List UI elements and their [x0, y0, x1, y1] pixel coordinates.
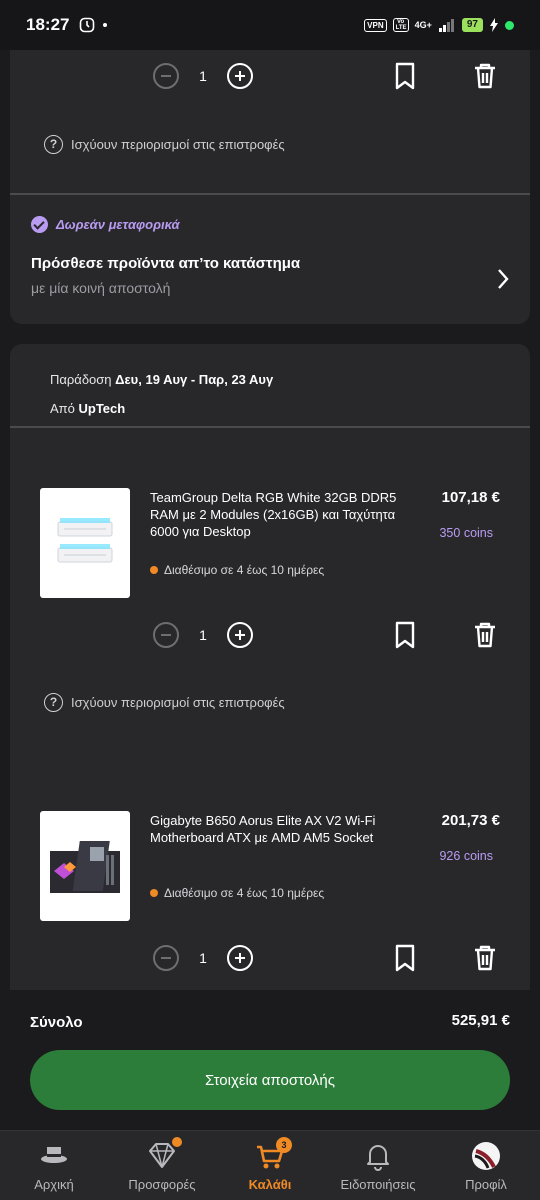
profile-avatar [472, 1142, 500, 1170]
notification-dot-icon [103, 23, 108, 27]
product-price: 107,18 € [441, 489, 500, 506]
availability-dot-icon [150, 566, 158, 574]
decrease-quantity-button[interactable] [153, 945, 179, 971]
shipping-details-button[interactable]: Στοιχεία αποστολής [30, 1050, 510, 1110]
volte-icon: Vo LTE [392, 18, 409, 32]
alarm-clock-icon [80, 17, 95, 33]
delivery-dates: Παράδοση Δευ, 19 Αυγ - Παρ, 23 Αυγ [50, 372, 274, 387]
decrease-quantity-button[interactable] [153, 622, 179, 648]
quantity-row: 1 [10, 614, 530, 654]
check-badge-icon [31, 216, 48, 233]
bookmark-icon[interactable] [392, 61, 418, 91]
quantity-row: 1 [10, 937, 530, 977]
seller-line: Από UpTech [50, 401, 126, 416]
free-shipping-label: Δωρεάν μεταφορικά [31, 216, 180, 233]
product-coins: 350 coins [439, 526, 493, 540]
bookmark-icon[interactable] [392, 620, 418, 650]
help-icon: ? [44, 692, 63, 712]
quantity-value: 1 [199, 68, 207, 84]
bookmark-icon[interactable] [392, 943, 418, 973]
nav-profile[interactable]: Προφίλ [432, 1131, 540, 1200]
nav-home[interactable]: Αρχική [0, 1131, 108, 1200]
increase-quantity-button[interactable] [227, 622, 253, 648]
cart-summary: Σύνολο 525,91 € Στοιχεία αποστολής [0, 990, 540, 1130]
returns-notice-text: Ισχύουν περιορισμοί στις επιστροφές [71, 136, 285, 152]
availability-dot-icon [150, 889, 158, 897]
help-icon: ? [44, 134, 63, 154]
trash-icon[interactable] [472, 61, 498, 91]
offers-badge [172, 1137, 182, 1147]
returns-notice[interactable]: ? Ισχύουν περιορισμοί στις επιστροφές [44, 691, 285, 713]
product-price: 201,73 € [441, 812, 500, 829]
quantity-row: 1 [10, 55, 530, 95]
bottom-navigation: Αρχική Προσφορές 3 Καλάθι Ειδοποιήσεις Π… [0, 1130, 540, 1200]
home-hat-icon [41, 1147, 67, 1163]
returns-notice-text: Ισχύουν περιορισμοί στις επιστροφές [71, 694, 285, 710]
product-image-motherboard[interactable] [40, 811, 130, 921]
availability: Διαθέσιμο σε 4 έως 10 ημέρες [150, 886, 324, 900]
increase-quantity-button[interactable] [227, 63, 253, 89]
cart-card-top: 1 ? Ισχύουν περιορισμοί στις επιστροφές … [10, 50, 530, 324]
nav-notifications[interactable]: Ειδοποιήσεις [324, 1131, 432, 1200]
trash-icon[interactable] [472, 620, 498, 650]
product-title[interactable]: TeamGroup Delta RGB White 32GB DDR5 RAM … [150, 489, 400, 540]
add-products-title: Πρόσθεσε προϊόντα απ’το κατάστημα [31, 255, 301, 272]
nav-cart[interactable]: 3 Καλάθι [216, 1131, 324, 1200]
decrease-quantity-button[interactable] [153, 63, 179, 89]
product-image-ram[interactable] [40, 488, 130, 598]
vpn-icon: VPN [364, 18, 387, 32]
status-time: 18:27 [26, 15, 70, 34]
status-bar: 18:27 VPN Vo LTE 4G+ 97 [0, 0, 540, 50]
chevron-right-icon[interactable] [496, 268, 510, 290]
total-label: Σύνολο [30, 1014, 83, 1031]
quantity-value: 1 [199, 627, 207, 643]
divider [10, 426, 530, 428]
trash-icon[interactable] [472, 943, 498, 973]
increase-quantity-button[interactable] [227, 945, 253, 971]
product-coins: 926 coins [439, 849, 493, 863]
shipment-card: Παράδοση Δευ, 19 Αυγ - Παρ, 23 Αυγ Από U… [10, 344, 530, 990]
cart-count-badge: 3 [276, 1137, 292, 1153]
divider [10, 193, 530, 195]
availability: Διαθέσιμο σε 4 έως 10 ημέρες [150, 563, 324, 577]
network-type: 4G+ [414, 20, 432, 30]
quantity-value: 1 [199, 950, 207, 966]
battery-indicator: 97 [461, 18, 483, 32]
returns-notice[interactable]: ? Ισχύουν περιορισμοί στις επιστροφές [44, 133, 285, 155]
bell-icon [367, 1145, 389, 1171]
total-value: 525,91 € [451, 1012, 510, 1029]
signal-icon [438, 19, 454, 32]
seller-name[interactable]: UpTech [79, 401, 126, 416]
product-title[interactable]: Gigabyte B650 Aorus Elite AX V2 Wi-Fi Mo… [150, 812, 400, 846]
add-products-subtitle: με μία κοινή αποστολή [31, 280, 171, 296]
charging-icon [490, 18, 498, 32]
nav-offers[interactable]: Προσφορές [108, 1131, 216, 1200]
privacy-indicator [505, 20, 514, 30]
